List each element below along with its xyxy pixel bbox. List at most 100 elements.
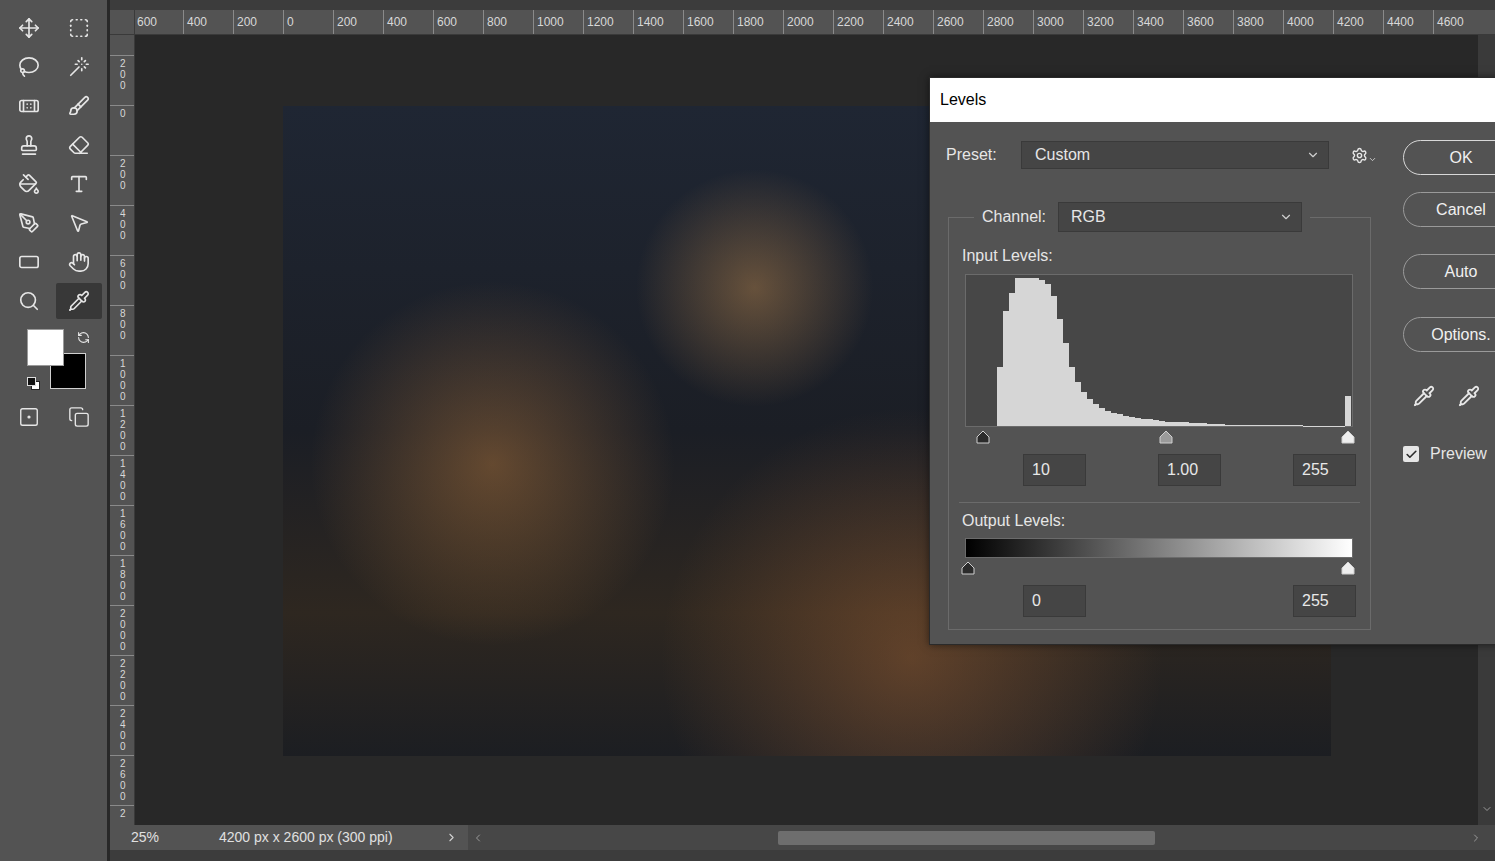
histogram (965, 274, 1353, 427)
tool-button[interactable] (56, 10, 102, 46)
horizontal-scrollbar[interactable] (468, 825, 1495, 850)
dropdown-icon (1368, 155, 1377, 164)
tool-icon (18, 290, 40, 312)
gear-icon (1351, 147, 1368, 164)
ruler-label: 1000 (533, 10, 583, 34)
dialog-button[interactable]: Auto (1403, 254, 1495, 289)
foreground-swatch[interactable] (27, 329, 64, 366)
levels-controls: Preset:CustomChannel:RGBInput Levels:101… (930, 122, 1403, 644)
horizontal-ruler: 6004002000200400600800100012001400160018… (135, 10, 1495, 35)
default-colors-icon[interactable] (27, 377, 40, 390)
vertical-ruler: 2000200400600800100012001400160018002000… (110, 35, 135, 825)
slider-marker-icon[interactable] (1341, 430, 1355, 444)
tool-button[interactable] (56, 49, 102, 85)
ruler-label: 1200 (583, 10, 633, 34)
tool-button[interactable] (56, 166, 102, 202)
tool-button[interactable] (56, 127, 102, 163)
tool-icon (68, 95, 90, 117)
ruler-label: 2200 (833, 10, 883, 34)
dialog-body: Preset:CustomChannel:RGBInput Levels:101… (930, 122, 1495, 644)
dialog-button[interactable]: Options. (1403, 317, 1495, 352)
quick-mask-button[interactable] (6, 399, 52, 435)
preview-row[interactable]: Preview (1403, 442, 1495, 466)
tool-icon (68, 212, 90, 234)
zoom-level[interactable]: 25% (110, 827, 219, 848)
scroll-right-icon[interactable] (1470, 832, 1482, 844)
scroll-thumb[interactable] (778, 831, 1155, 845)
level-field[interactable]: 255 (1293, 454, 1356, 486)
gray-point-eyedropper-icon[interactable] (1458, 385, 1480, 407)
ruler-label: 0 (110, 105, 134, 155)
bottom-strip (110, 850, 1495, 861)
black-point-eyedropper-icon[interactable] (1413, 385, 1435, 407)
tool-button[interactable] (6, 283, 52, 319)
tool-icon (68, 173, 90, 195)
preview-checkbox[interactable] (1403, 446, 1419, 462)
channel-select[interactable]: RGB (1058, 202, 1302, 232)
ruler-label: 400 (183, 10, 233, 34)
status-menu-icon[interactable] (445, 831, 458, 844)
channel-row: Channel: RGB (974, 202, 1310, 232)
ruler-label: 400 (110, 205, 134, 255)
slider-marker-icon[interactable] (1159, 430, 1173, 444)
tool-button[interactable] (56, 88, 102, 124)
check-icon (1405, 448, 1418, 461)
ruler-label: 2200 (110, 655, 134, 705)
ruler-label: 1400 (110, 455, 134, 505)
ruler-label: 3400 (1133, 10, 1183, 34)
preset-select[interactable]: Custom (1021, 141, 1329, 169)
channel-label: Channel: (982, 205, 1046, 229)
input-slider[interactable] (967, 427, 1348, 445)
tool-button[interactable] (6, 244, 52, 280)
dialog-title-bar[interactable]: Levels (930, 78, 1495, 122)
levels-dialog: LevelsPreset:CustomChannel:RGBInput Leve… (929, 77, 1495, 645)
tool-icon (68, 134, 90, 156)
level-field[interactable]: 1.00 (1158, 454, 1221, 486)
tool-button[interactable] (6, 88, 52, 124)
tool-icon (18, 95, 40, 117)
preset-label: Preset: (946, 143, 1021, 167)
swap-colors-icon[interactable] (77, 331, 90, 344)
dialog-button[interactable]: Cancel (1403, 192, 1495, 227)
tool-button[interactable] (6, 49, 52, 85)
output-slider[interactable] (968, 558, 1348, 576)
mode-buttons (6, 399, 107, 435)
level-field[interactable]: 0 (1023, 585, 1086, 617)
tool-icon (18, 56, 40, 78)
ruler-label: 2600 (933, 10, 983, 34)
scroll-left-icon[interactable] (472, 832, 484, 844)
screen-mode-icon (68, 406, 90, 428)
preset-options-button[interactable] (1351, 147, 1377, 164)
output-fields: 0 255 (1023, 585, 1357, 617)
tool-button[interactable] (6, 166, 52, 202)
tool-button[interactable] (56, 205, 102, 241)
preset-row: Preset:Custom (930, 122, 1403, 169)
ruler-label: 0 (283, 10, 333, 34)
input-fields: 10 1.00 255 (1023, 454, 1357, 486)
tool-button[interactable] (56, 283, 102, 319)
ruler-label: 800 (110, 305, 134, 355)
ruler-label: 200 (333, 10, 383, 34)
ruler-label: 400 (383, 10, 433, 34)
slider-marker-icon[interactable] (961, 561, 975, 575)
dropdown-icon (1306, 148, 1320, 162)
tool-icon (18, 212, 40, 234)
ruler-row: 6004002000200400600800100012001400160018… (110, 10, 1495, 35)
tool-button[interactable] (6, 10, 52, 46)
tool-button[interactable] (6, 205, 52, 241)
tool-button[interactable] (56, 244, 102, 280)
scroll-down-icon[interactable] (1481, 803, 1493, 815)
dialog-actions: OK Cancel Auto Options. Preview (1403, 122, 1495, 644)
tab-strip (110, 0, 1495, 10)
level-field[interactable]: 255 (1293, 585, 1356, 617)
document-info: 4200 px x 2600 px (300 ppi) (219, 827, 445, 848)
ruler-label: 4000 (1283, 10, 1333, 34)
tool-icon (18, 17, 40, 39)
dialog-button[interactable]: OK (1403, 140, 1495, 175)
slider-marker-icon[interactable] (1341, 561, 1355, 575)
tool-button[interactable] (6, 127, 52, 163)
ruler-label: 800 (483, 10, 533, 34)
screen-mode-button[interactable] (56, 399, 102, 435)
level-field[interactable]: 10 (1023, 454, 1086, 486)
slider-marker-icon[interactable] (976, 430, 990, 444)
